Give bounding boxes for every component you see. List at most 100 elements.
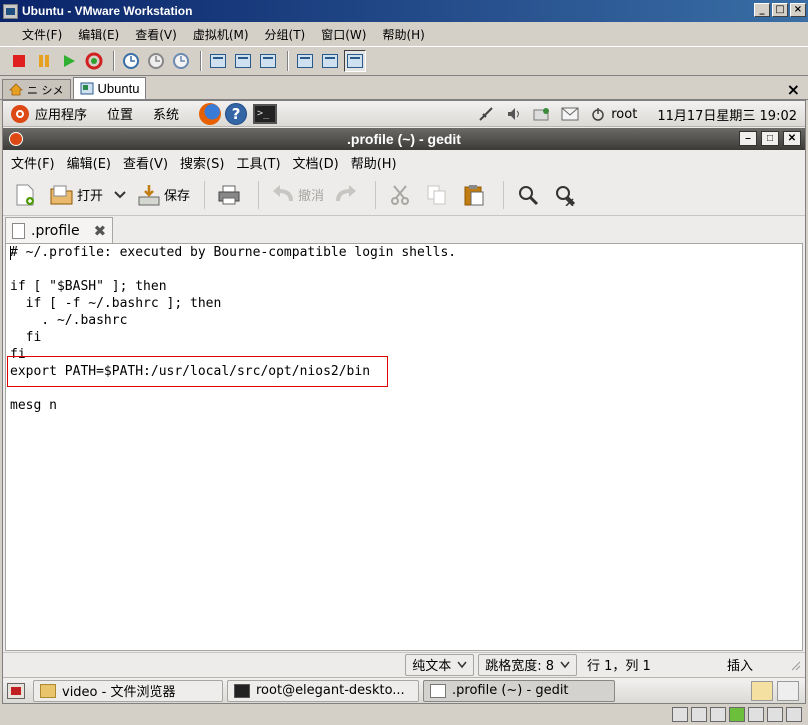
- help-icon[interactable]: ?: [225, 102, 248, 125]
- minimize-button[interactable]: _: [754, 3, 770, 17]
- language-label: 纯文本: [412, 659, 452, 674]
- save-icon: [137, 183, 161, 207]
- close-tab-button[interactable]: ×: [787, 80, 800, 99]
- taskbar-item-label: .profile (~) - gedit: [452, 683, 569, 698]
- snapshot-button[interactable]: [120, 50, 142, 72]
- recent-files-dropdown[interactable]: [109, 178, 131, 212]
- gedit-menu-documents[interactable]: 文档(D): [287, 153, 345, 172]
- snapshot-manager-button[interactable]: [170, 50, 192, 72]
- power-on-button[interactable]: [58, 50, 80, 72]
- clock[interactable]: 11月17日星期三 19:02: [657, 105, 797, 124]
- home-icon: [9, 83, 23, 96]
- gedit-menu-tools[interactable]: 工具(T): [230, 153, 286, 172]
- printer-icon[interactable]: [767, 707, 783, 722]
- power-off-button[interactable]: [8, 50, 30, 72]
- undo-button[interactable]: 撤消: [267, 178, 328, 212]
- volume-icon[interactable]: [505, 106, 523, 122]
- tab-width-selector[interactable]: 跳格宽度: 8: [478, 653, 577, 676]
- redo-button[interactable]: [330, 178, 365, 212]
- gedit-menu-search[interactable]: 搜索(S): [174, 153, 230, 172]
- toolbar-separator: [113, 51, 115, 71]
- power-icon[interactable]: [589, 106, 607, 122]
- workspace-switcher-icon[interactable]: [751, 680, 773, 701]
- taskbar-item-terminal[interactable]: root@elegant-deskto...: [227, 679, 419, 702]
- tab-profile[interactable]: .profile ✖: [5, 217, 114, 243]
- save-button-label: 保存: [164, 189, 191, 204]
- show-desktop-icon[interactable]: [7, 682, 25, 699]
- fullscreen-button[interactable]: [257, 50, 279, 72]
- language-selector[interactable]: 纯文本: [405, 653, 475, 676]
- firefox-icon[interactable]: [199, 102, 222, 125]
- summary-view-button[interactable]: [294, 50, 316, 72]
- network-adapter-icon[interactable]: [710, 707, 726, 722]
- insert-mode: 插入: [727, 659, 754, 674]
- maximize-button[interactable]: □: [772, 3, 788, 17]
- sound-icon[interactable]: [748, 707, 764, 722]
- gedit-menu-help[interactable]: 帮助(H): [345, 153, 403, 172]
- vmware-menu-help[interactable]: 帮助(H): [374, 26, 432, 43]
- tab-home[interactable]: ニ シメ: [2, 79, 71, 99]
- save-button[interactable]: 保存: [133, 178, 194, 212]
- cd-drive-icon[interactable]: [691, 707, 707, 722]
- suspend-button[interactable]: [33, 50, 55, 72]
- close-document-button[interactable]: ✖: [94, 222, 107, 240]
- close-button[interactable]: ×: [790, 3, 806, 17]
- places-menu[interactable]: 位置: [107, 104, 133, 123]
- vmware-menu-view[interactable]: 查看(V): [127, 26, 185, 43]
- sidebar-toggle-button[interactable]: [207, 50, 229, 72]
- message-icon[interactable]: [786, 707, 802, 722]
- taskbar-item-gedit[interactable]: .profile (~) - gedit: [423, 679, 615, 702]
- cursor-position: 行 1，列 1: [587, 659, 651, 674]
- vmware-menu-team[interactable]: 分组(T): [257, 26, 314, 43]
- terminal-icon[interactable]: >_: [253, 103, 278, 124]
- cut-button[interactable]: [384, 178, 419, 212]
- reset-button[interactable]: [83, 50, 105, 72]
- text-editor[interactable]: # ~/.profile: executed by Bourne-compati…: [5, 243, 803, 651]
- gedit-menu-edit[interactable]: 编辑(E): [61, 153, 117, 172]
- chevron-down-icon: [560, 661, 570, 668]
- gedit-close-button[interactable]: ✕: [783, 131, 801, 146]
- user-name[interactable]: root: [611, 107, 637, 122]
- search-icon: [516, 183, 540, 207]
- open-button[interactable]: 打开: [46, 178, 107, 212]
- window-menu-icon[interactable]: [9, 132, 23, 146]
- find-button[interactable]: [512, 178, 547, 212]
- revert-snapshot-button[interactable]: [145, 50, 167, 72]
- trash-icon[interactable]: [777, 680, 799, 701]
- console-view-button[interactable]: [344, 50, 366, 72]
- new-document-icon: [13, 183, 37, 207]
- resize-grip-icon[interactable]: [789, 659, 801, 671]
- update-notifier-icon[interactable]: [533, 106, 551, 122]
- gedit-menu-file[interactable]: 文件(F): [5, 153, 61, 172]
- system-menu[interactable]: 系统: [153, 104, 179, 123]
- toolbar-separator: [375, 180, 377, 209]
- gedit-minimize-button[interactable]: –: [739, 131, 757, 146]
- usb-icon[interactable]: [729, 707, 745, 722]
- guest-screen[interactable]: 应用程序 位置 系统 ? >_ root 11月17日星期三 19:02 .pr…: [2, 100, 806, 704]
- vmware-menu-file[interactable]: 文件(F): [14, 26, 70, 43]
- hard-disk-icon[interactable]: [672, 707, 688, 722]
- vmware-menu-edit[interactable]: 编辑(E): [70, 26, 127, 43]
- vmware-menu-vm[interactable]: 虚拟机(M): [185, 26, 257, 43]
- copy-button[interactable]: [421, 178, 456, 212]
- clock-revert-icon: [148, 53, 164, 69]
- gedit-menu-view[interactable]: 查看(V): [117, 153, 174, 172]
- paste-button[interactable]: [458, 178, 493, 212]
- network-icon[interactable]: [477, 106, 495, 122]
- gnome-bottom-panel: video - 文件浏览器 root@elegant-deskto... .pr…: [3, 677, 805, 703]
- mail-icon[interactable]: [561, 106, 579, 122]
- new-document-button[interactable]: [9, 178, 44, 212]
- vmware-menubar: 文件(F) 编辑(E) 查看(V) 虚拟机(M) 分组(T) 窗口(W) 帮助(…: [0, 22, 808, 46]
- appliance-view-button[interactable]: [319, 50, 341, 72]
- vmware-toolbar: [0, 46, 808, 76]
- open-button-label: 打开: [77, 189, 104, 204]
- applications-menu[interactable]: 应用程序: [11, 104, 87, 123]
- quick-switch-button[interactable]: [232, 50, 254, 72]
- tab-ubuntu[interactable]: Ubuntu: [72, 77, 147, 99]
- print-button[interactable]: [213, 178, 248, 212]
- replace-button[interactable]: [549, 178, 584, 212]
- gedit-maximize-button[interactable]: □: [761, 131, 779, 146]
- vmware-menu-window[interactable]: 窗口(W): [313, 26, 374, 43]
- taskbar-item-file-browser[interactable]: video - 文件浏览器: [33, 679, 223, 702]
